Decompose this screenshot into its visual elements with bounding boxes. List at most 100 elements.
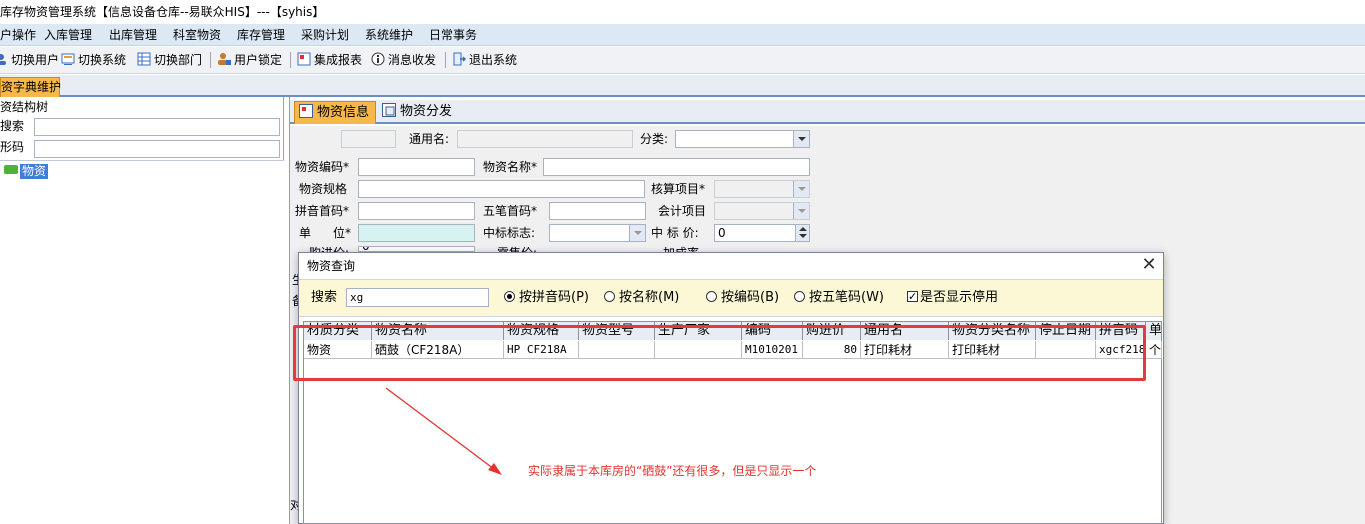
- tree-node-root[interactable]: 物资: [4, 164, 49, 180]
- document-tab-strip: [0, 75, 1365, 97]
- radio-icon: [604, 291, 615, 302]
- unit-label-2: 位*: [333, 226, 352, 240]
- spec-label: 物资规格: [299, 182, 348, 196]
- chevron-down-icon[interactable]: [629, 225, 645, 241]
- spinner-icon[interactable]: [795, 225, 809, 241]
- tab-material-info-label: 物资信息: [317, 105, 370, 120]
- accounting-item-label: 核算项目*: [651, 182, 706, 196]
- chevron-down-icon[interactable]: [793, 181, 809, 197]
- tree-group-label: 资结构树: [0, 100, 49, 114]
- chevron-down-icon[interactable]: [793, 131, 809, 147]
- generic-name-label: 通用名:: [409, 132, 450, 146]
- radio-icon: [706, 291, 717, 302]
- switch-user-button[interactable]: 切换用户: [0, 51, 59, 69]
- radio-name[interactable]: 按名称(M): [604, 290, 679, 306]
- accounting-item-select[interactable]: [714, 180, 810, 198]
- code-input[interactable]: [358, 158, 475, 176]
- bid-price-input[interactable]: 0: [714, 224, 810, 242]
- name-input[interactable]: [543, 158, 810, 176]
- integrated-report-label: 集成报表: [314, 53, 363, 67]
- dialog-search-value: xg: [350, 291, 364, 304]
- report-icon: [297, 52, 311, 66]
- pinyin-label: 拼音首码*: [295, 204, 350, 218]
- messages-button[interactable]: 消息收发: [371, 51, 436, 69]
- switch-system-button[interactable]: 切换系统: [61, 51, 126, 69]
- dialog-title: 物资查询: [299, 253, 1163, 279]
- toolbar-separator: [445, 52, 446, 68]
- annotation-text: 实际隶属于本库房的“硒鼓”还有很多，但是只显示一个: [528, 464, 817, 478]
- wubi-label: 五笔首码*: [483, 204, 538, 218]
- switch-system-icon: [61, 52, 75, 66]
- info-icon: [371, 52, 385, 66]
- radio-name-label: 按名称(M): [619, 290, 680, 305]
- folder-icon: [4, 165, 18, 174]
- radio-code-label: 按编码(B): [721, 290, 780, 305]
- lock-user-icon: [217, 52, 231, 66]
- left-code-input[interactable]: [34, 140, 280, 158]
- tab-material-info[interactable]: 物资信息: [294, 101, 376, 124]
- menu-user-ops[interactable]: 户操作: [0, 24, 36, 46]
- close-icon[interactable]: ✕: [1138, 255, 1160, 277]
- annotation-arrow-icon: [385, 387, 502, 475]
- category-select[interactable]: [675, 130, 810, 148]
- highlight-box: [293, 325, 1146, 381]
- bid-flag-label: 中标标志:: [483, 226, 536, 240]
- checkbox-checked-icon: [907, 289, 918, 305]
- integrated-report-button[interactable]: 集成报表: [297, 51, 362, 69]
- menu-daily[interactable]: 日常事务: [429, 24, 477, 46]
- tree-node-label: 物资: [20, 164, 49, 179]
- window-title: 库存物资管理系统【信息设备仓库--易联众HIS】---【syhis】: [0, 0, 1365, 24]
- menu-inbound[interactable]: 入库管理: [44, 24, 92, 46]
- radio-pinyin-label: 按拼音码(P): [519, 290, 589, 305]
- app-window: 库存物资管理系统【信息设备仓库--易联众HIS】---【syhis】 户操作 入…: [0, 0, 1365, 524]
- menu-bar: 户操作 入库管理 出库管理 科室物资 库存管理 采购计划 系统维护 日常事务: [0, 24, 1365, 46]
- toolbar: 切换用户 切换系统 切换部门 用户锁定 集成报表 消息收发 退出系统: [0, 47, 1365, 74]
- distribution-icon: [382, 103, 396, 117]
- menu-inventory[interactable]: 库存管理: [237, 24, 285, 46]
- tree-view: [0, 160, 284, 524]
- show-disabled-label: 是否显示停用: [920, 290, 999, 305]
- tab-material-distribution-label: 物资分发: [400, 104, 453, 119]
- code-label: 物资编码*: [295, 160, 350, 174]
- form-icon: [299, 104, 313, 118]
- radio-code[interactable]: 按编码(B): [706, 290, 779, 306]
- switch-dept-label: 切换部门: [154, 53, 203, 67]
- left-code-label: 形码: [0, 140, 25, 154]
- toolbar-separator: [290, 52, 291, 68]
- spec-input[interactable]: [358, 180, 645, 198]
- switch-dept-icon: [137, 52, 151, 66]
- bid-flag-select[interactable]: [549, 224, 646, 242]
- bid-price-label: 中 标 价:: [651, 226, 699, 240]
- chevron-down-icon[interactable]: [793, 203, 809, 219]
- left-search-input[interactable]: [34, 118, 280, 136]
- radio-selected-icon: [504, 291, 515, 302]
- tab-material-distribution[interactable]: 物资分发: [378, 101, 462, 124]
- exit-button[interactable]: 退出系统: [452, 51, 517, 69]
- radio-pinyin[interactable]: 按拼音码(P): [504, 290, 589, 306]
- radio-icon: [794, 291, 805, 302]
- wubi-input[interactable]: [549, 202, 646, 220]
- menu-dept-materials[interactable]: 科室物资: [173, 24, 221, 46]
- exit-icon: [452, 52, 467, 66]
- unit-label-1: 单: [299, 226, 312, 240]
- show-disabled-checkbox[interactable]: 是否显示停用: [907, 289, 999, 306]
- name-label: 物资名称*: [483, 160, 538, 174]
- left-search-label: 搜索: [0, 119, 25, 133]
- menu-outbound[interactable]: 出库管理: [109, 24, 157, 46]
- column-header[interactable]: 单: [1146, 322, 1162, 340]
- tab-material-dictionary[interactable]: 资字典维护: [0, 77, 61, 97]
- pinyin-input[interactable]: [358, 202, 475, 220]
- account-item-select[interactable]: [714, 202, 810, 220]
- generic-name-field: [457, 130, 633, 148]
- toolbar-separator: [210, 52, 211, 68]
- switch-dept-button[interactable]: 切换部门: [137, 51, 202, 69]
- menu-purchase-plan[interactable]: 采购计划: [301, 24, 349, 46]
- account-item-label: 会计项目: [658, 204, 707, 218]
- dialog-search-input[interactable]: xg: [346, 288, 489, 307]
- radio-wubi[interactable]: 按五笔码(W): [794, 290, 884, 306]
- menu-system[interactable]: 系统维护: [365, 24, 413, 46]
- lock-user-button[interactable]: 用户锁定: [217, 51, 282, 69]
- unit-input[interactable]: [358, 224, 475, 242]
- messages-label: 消息收发: [388, 53, 437, 67]
- table-cell[interactable]: 个: [1146, 341, 1162, 359]
